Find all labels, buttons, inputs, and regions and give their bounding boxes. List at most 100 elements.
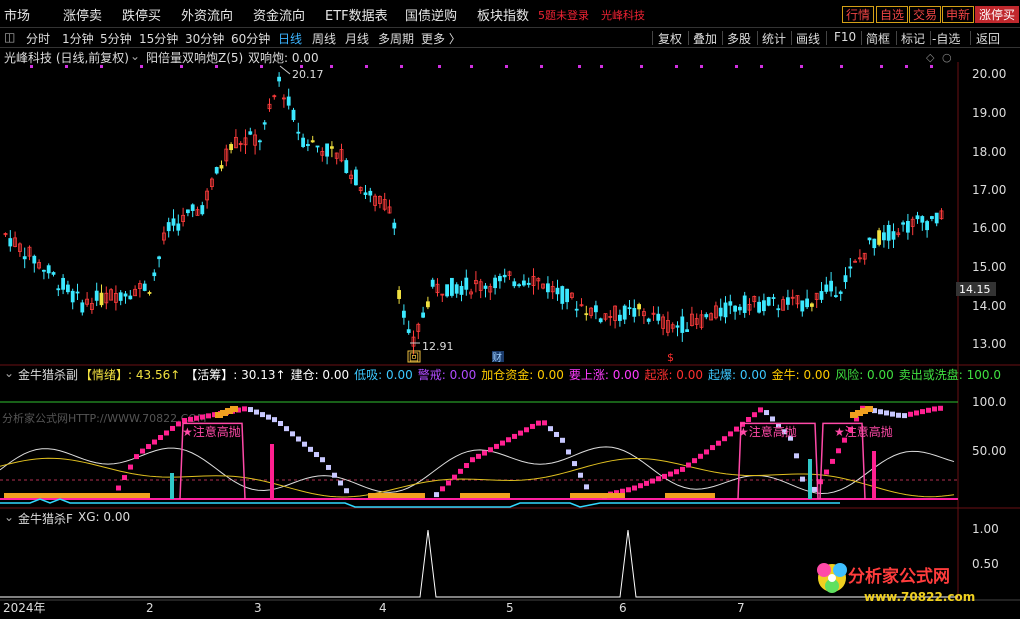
stepped-point (680, 466, 685, 472)
period-1min[interactable]: 1分钟 (62, 30, 94, 47)
overlay-button[interactable]: 叠加 (693, 30, 717, 47)
candle-body (872, 238, 877, 249)
stepped-point (518, 430, 523, 436)
stats-button[interactable]: 统计 (762, 30, 786, 47)
nav-market[interactable]: 市场 (4, 5, 30, 24)
diamond-icon[interactable]: ◇ (926, 51, 935, 64)
nav-foreign-flow[interactable]: 外资流向 (181, 5, 233, 24)
nav-etf-table[interactable]: ETF数据表 (325, 5, 388, 24)
sub1-legend-item: 警戒: 0.00 (417, 368, 477, 382)
sub1-dropdown-icon[interactable]: ⌄ (4, 366, 14, 380)
period-weekly[interactable]: 周线 (312, 30, 336, 47)
candle-body (51, 272, 56, 275)
stepped-point (650, 478, 655, 484)
stepped-point (152, 439, 157, 445)
signal-dot (260, 65, 263, 68)
stepped-point (728, 431, 733, 437)
candle-body (397, 290, 402, 299)
sub2-tick: 1.00 (972, 522, 999, 536)
nav-repo[interactable]: 国债逆购 (405, 5, 457, 24)
event-marker-dividend[interactable]: $ (667, 351, 674, 364)
signal-dot (700, 65, 703, 68)
login-status[interactable]: 5题未登录 (538, 7, 589, 23)
stepped-point (896, 412, 901, 418)
stepped-point (476, 453, 481, 459)
sub2-name[interactable]: 金牛猎杀F (18, 510, 73, 527)
sub1-legend: 【情绪】: 43.56↑ 【活筹】: 30.13↑ 建仓: 0.00 低吸: 0.00… (80, 366, 1006, 382)
candle-body (248, 131, 253, 135)
stepped-point (752, 412, 757, 418)
limit-up-buy-button[interactable]: 涨停买 (975, 6, 1020, 23)
candle-body (46, 265, 51, 274)
simple-frame-button[interactable]: 简框 (866, 30, 890, 47)
candle-body (704, 314, 709, 318)
stepped-point (824, 469, 829, 475)
event-marker-finance[interactable]: 财 (492, 351, 502, 364)
chart-canvas[interactable]: 20.00 19.00 18.00 17.00 16.00 15.00 14.0… (0, 48, 1020, 619)
period-30min[interactable]: 30分钟 (185, 30, 224, 47)
candle-body (915, 215, 920, 220)
stepped-point (248, 407, 253, 413)
stepped-point (452, 474, 457, 480)
stepped-point (758, 407, 763, 413)
adjust-button[interactable]: 复权 (658, 30, 682, 47)
sub1-legend-item: 低吸: 0.00 (354, 368, 413, 382)
stepped-point (530, 423, 535, 429)
nav-sector-index[interactable]: 板块指数 (477, 5, 529, 24)
signal-dot (760, 65, 763, 68)
fund-block (368, 493, 425, 498)
period-more[interactable]: 更多 〉 (421, 30, 461, 47)
period-intraday[interactable]: 分时 (26, 30, 50, 47)
nav-limit-up-sell[interactable]: 涨停卖 (63, 5, 102, 24)
event-marker-return[interactable]: 回 (409, 352, 419, 364)
signal-dot (800, 65, 803, 68)
f10-button[interactable]: F10 (834, 30, 856, 44)
candle-body (56, 288, 61, 291)
stepped-point (464, 463, 469, 469)
sub-panel-indicator: 分析家公式网HTTP://WWW.70822.COM 100.0 50.00 ★… (0, 395, 1006, 508)
candle-body (449, 277, 454, 296)
time-tick: 2024年 (3, 601, 46, 615)
multi-stock-button[interactable]: 多股 (727, 30, 751, 47)
stepped-point (206, 413, 211, 419)
candle-body (94, 290, 99, 301)
sub1-tick: 50.00 (972, 444, 1006, 458)
watchlist-button[interactable]: 自选 (876, 6, 909, 23)
logo-text: 分析家公式网 (848, 566, 950, 587)
signal-dot (215, 65, 218, 68)
stepped-point (938, 405, 943, 411)
period-5min[interactable]: 5分钟 (100, 30, 132, 47)
stepped-point (746, 416, 751, 422)
circle-icon[interactable]: ○ (942, 51, 952, 64)
ipo-button[interactable]: 申新 (942, 6, 975, 23)
period-daily[interactable]: 日线 (278, 30, 302, 47)
mark-button[interactable]: 标记 (901, 30, 925, 47)
sub1-name[interactable]: 金牛猎杀副 (18, 366, 78, 383)
period-60min[interactable]: 60分钟 (231, 30, 270, 47)
sidebar-toggle-icon[interactable]: ◫ (4, 30, 15, 44)
candle-body (157, 256, 162, 260)
stepped-point (458, 468, 463, 474)
back-button[interactable]: 返回 (976, 30, 1000, 47)
nav-limit-down-buy[interactable]: 跌停买 (122, 5, 161, 24)
period-monthly[interactable]: 月线 (345, 30, 369, 47)
stepped-point (140, 448, 145, 454)
candle-body (262, 122, 267, 125)
quote-button[interactable]: 行情 (842, 6, 875, 23)
signal-dot (905, 65, 908, 68)
draw-line-button[interactable]: 画线 (796, 30, 820, 47)
trade-button[interactable]: 交易 (909, 6, 942, 23)
indicator-bar (270, 444, 274, 499)
stepped-point (326, 464, 331, 470)
candle-body (152, 272, 157, 277)
sub2-dropdown-icon[interactable]: ⌄ (4, 510, 14, 524)
stepped-point (344, 488, 349, 494)
candle-body (925, 221, 929, 231)
stepped-point (302, 441, 307, 447)
period-15min[interactable]: 15分钟 (139, 30, 178, 47)
candlestick-series (3, 72, 944, 355)
period-multi[interactable]: 多周期 (378, 30, 414, 47)
nav-capital-flow[interactable]: 资金流向 (253, 5, 305, 24)
remove-watchlist-button[interactable]: -自选 (932, 30, 960, 47)
price-tick: 20.00 (972, 67, 1006, 81)
